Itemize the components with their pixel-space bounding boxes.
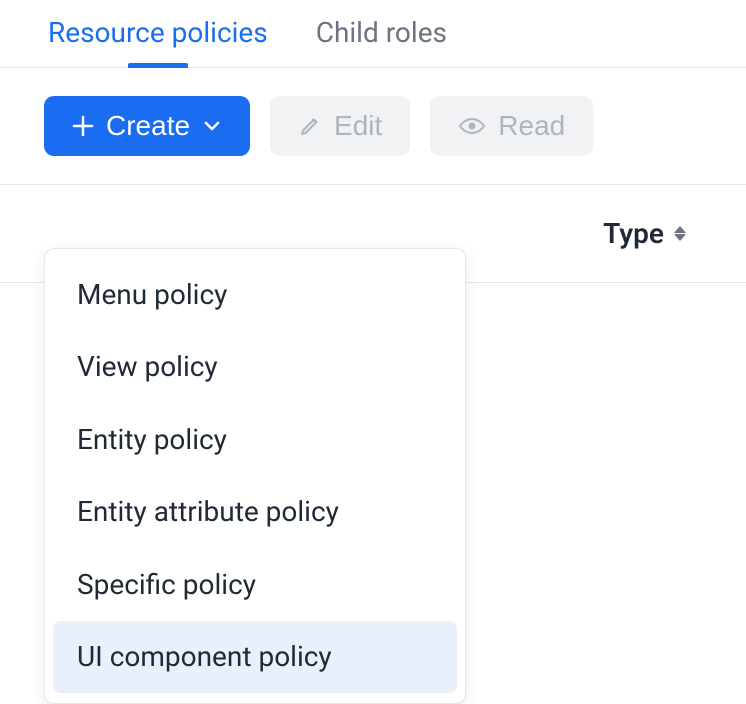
tab-child-roles[interactable]: Child roles — [316, 16, 447, 67]
dropdown-item-label: View policy — [77, 350, 218, 383]
sort-icon — [674, 226, 686, 241]
tab-label: Child roles — [316, 16, 447, 49]
edit-button[interactable]: Edit — [270, 96, 410, 156]
eye-icon — [458, 114, 486, 138]
dropdown-item-label: Entity policy — [77, 423, 227, 456]
dropdown-item-menu-policy[interactable]: Menu policy — [53, 259, 457, 331]
read-button[interactable]: Read — [430, 96, 593, 156]
column-header-label: Type — [603, 217, 664, 250]
dropdown-item-label: UI component policy — [77, 640, 332, 673]
toolbar: Create Edit Read — [0, 68, 746, 184]
pencil-icon — [298, 114, 322, 138]
create-button-label: Create — [106, 112, 190, 140]
dropdown-item-specific-policy[interactable]: Specific policy — [53, 549, 457, 621]
dropdown-item-label: Menu policy — [77, 278, 227, 311]
content-area: Create Edit Read — [0, 68, 746, 283]
dropdown-item-label: Specific policy — [77, 568, 256, 601]
dropdown-item-entity-policy[interactable]: Entity policy — [53, 404, 457, 476]
column-header-type[interactable]: Type — [603, 217, 686, 250]
edit-button-label: Edit — [334, 112, 382, 140]
create-dropdown: Menu policy View policy Entity policy En… — [44, 248, 466, 704]
tabs-bar: Resource policies Child roles — [0, 0, 746, 68]
plus-icon — [72, 115, 94, 137]
dropdown-item-entity-attribute-policy[interactable]: Entity attribute policy — [53, 476, 457, 548]
create-button[interactable]: Create — [44, 96, 250, 156]
dropdown-item-ui-component-policy[interactable]: UI component policy — [53, 621, 457, 693]
read-button-label: Read — [498, 112, 565, 140]
chevron-down-icon — [202, 116, 222, 136]
dropdown-item-view-policy[interactable]: View policy — [53, 331, 457, 403]
tab-resource-policies[interactable]: Resource policies — [48, 16, 268, 67]
dropdown-item-label: Entity attribute policy — [77, 495, 339, 528]
tab-label: Resource policies — [48, 16, 268, 49]
